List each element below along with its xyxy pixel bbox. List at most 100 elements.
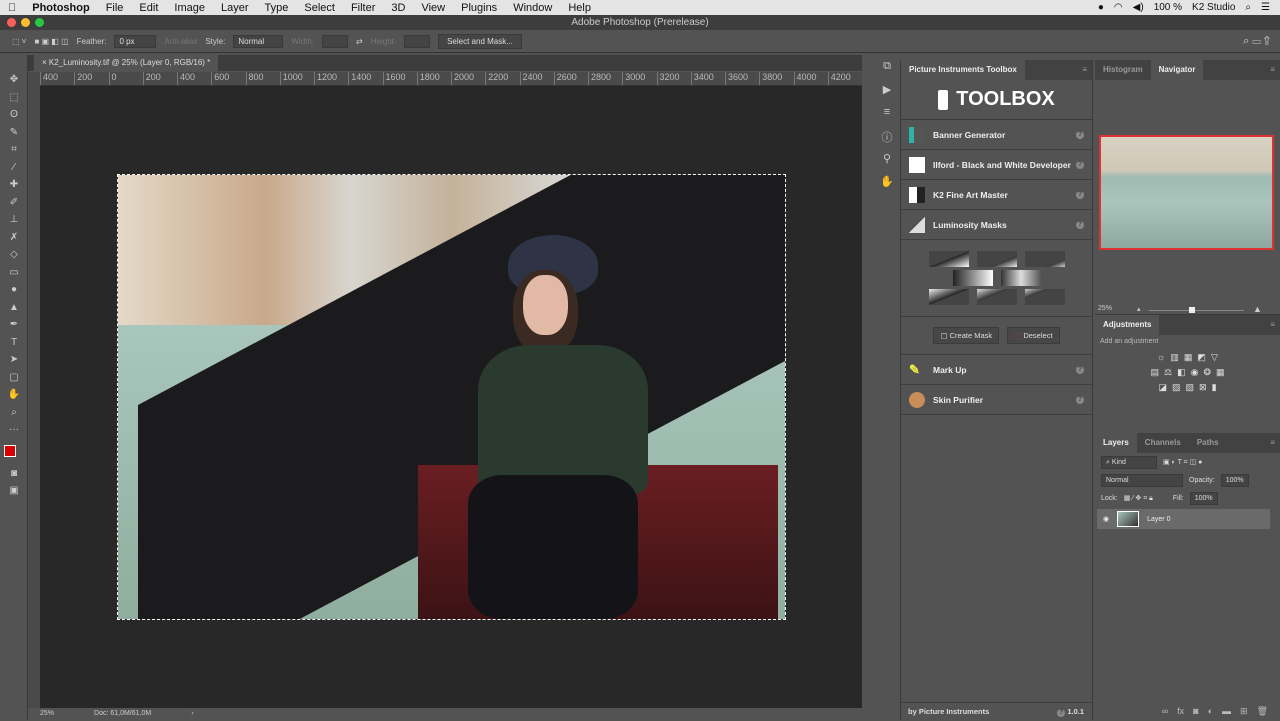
dodge-tool-icon[interactable]: ▲ [0, 299, 28, 317]
new-layer-icon[interactable]: ⊞ [1240, 702, 1248, 720]
user-name[interactable]: K2 Studio [1192, 2, 1235, 13]
blend-mode-select[interactable]: Normal [1101, 473, 1183, 487]
select-and-mask-button[interactable]: Select and Mask... [438, 33, 522, 49]
plugin-mark-up[interactable]: ✎ Mark Up? [901, 355, 1092, 385]
plugin-ilford[interactable]: Ilford - Black and White Developer? [901, 150, 1092, 180]
plugin-luminosity-masks[interactable]: Luminosity Masks? [901, 210, 1092, 240]
menu-filter[interactable]: Filter [343, 2, 383, 14]
history-brush-icon[interactable]: ✗ [0, 229, 28, 247]
fx-icon[interactable]: fx [1177, 702, 1184, 720]
mask-icon[interactable]: ◙ [1193, 702, 1198, 720]
mask-lights-2[interactable] [976, 251, 1017, 267]
close-icon[interactable] [7, 18, 16, 27]
navigator-zoom-value[interactable]: 25% [1098, 305, 1112, 312]
mask-darks-2[interactable] [976, 289, 1017, 305]
mask-darks-1[interactable] [928, 289, 969, 305]
brightness-icon[interactable]: ☼ [1157, 352, 1165, 363]
gradient-map-icon[interactable]: ▮ [1212, 382, 1217, 393]
panel-menu-icon[interactable]: ≡ [1270, 433, 1275, 453]
menu-help[interactable]: Help [560, 2, 599, 14]
tab-channels[interactable]: Channels [1137, 433, 1189, 453]
crop-tool-icon[interactable]: ⌗ [0, 141, 28, 159]
plugin-k2-fine-art-master[interactable]: K2 Fine Art Master? [901, 180, 1092, 210]
toolbox-panel-icon[interactable]: ⧉ [875, 60, 899, 83]
more-tools-icon[interactable]: ··· [0, 421, 28, 439]
apple-menu[interactable]:  [0, 2, 24, 14]
info-icon[interactable]: ⓘ [875, 129, 899, 152]
menu-file[interactable]: File [98, 2, 132, 14]
height-input[interactable] [404, 34, 431, 48]
lock-icons[interactable]: ▦ ⁄ ✥ ⌗ 🔒︎ [1124, 494, 1153, 503]
path-select-tool-icon[interactable]: ➤ [0, 351, 28, 369]
stamp-tool-icon[interactable]: ⊥ [0, 211, 28, 229]
color-lookup-icon[interactable]: ▦ [1216, 367, 1225, 378]
anti-alias-checkbox[interactable]: Anti-alias [164, 37, 197, 46]
channel-mixer-icon[interactable]: ❂ [1203, 367, 1211, 378]
tab-navigator[interactable]: Navigator [1150, 60, 1204, 80]
plugin-banner-generator[interactable]: Banner Generator? [901, 120, 1092, 150]
close-tab-icon[interactable]: × [42, 58, 49, 67]
menu-app[interactable]: Photoshop [24, 2, 97, 14]
menu-edit[interactable]: Edit [131, 2, 166, 14]
help-icon[interactable]: ? [1076, 190, 1084, 199]
lasso-tool-icon[interactable]: ʘ [0, 106, 28, 124]
document-tab[interactable]: × K2_Luminosity.tif @ 25% (Layer 0, RGB/… [34, 55, 219, 71]
record-icon[interactable]: ● [1098, 2, 1104, 13]
panel-menu-icon[interactable]: ≡ [1270, 60, 1275, 80]
volume-icon[interactable]: ◀) [1133, 2, 1144, 13]
menu-image[interactable]: Image [166, 2, 213, 14]
curves-icon[interactable]: ▦ [1184, 352, 1193, 363]
swap-icon[interactable]: ⇄ [356, 37, 363, 46]
brush-tool-icon[interactable]: ✐ [0, 194, 28, 212]
healing-tool-icon[interactable]: ✚ [0, 176, 28, 194]
help-icon[interactable]: ? [1076, 160, 1084, 169]
zoom-slider[interactable] [1149, 310, 1244, 311]
hand-panel-icon[interactable]: ✋ [875, 175, 899, 198]
mask-midtones-1[interactable] [952, 270, 993, 286]
help-icon[interactable]: ? [1076, 365, 1084, 374]
marquee-tool-icon[interactable]: ⬚ [0, 89, 28, 107]
menu-view[interactable]: View [413, 2, 453, 14]
threshold-icon[interactable]: ▧ [1186, 382, 1195, 393]
vibrance-icon[interactable]: ▽ [1211, 352, 1218, 363]
notification-icon[interactable]: ☰ [1261, 2, 1270, 13]
quick-select-tool-icon[interactable]: ✎ [0, 124, 28, 142]
hue-saturation-icon[interactable]: ▤ [1150, 367, 1159, 378]
mask-lights-1[interactable] [928, 251, 969, 267]
plugin-icon[interactable]: ⚲ [875, 152, 899, 175]
tab-toolbox[interactable]: Picture Instruments Toolbox [901, 60, 1025, 80]
color-balance-icon[interactable]: ⚖ [1164, 367, 1172, 378]
minimize-icon[interactable] [21, 18, 30, 27]
menu-window[interactable]: Window [505, 2, 560, 14]
filter-type-icons[interactable]: ▣ ◐ T ⌗ ◫ ● [1163, 458, 1202, 467]
zoom-out-icon[interactable]: ▴ [1137, 305, 1141, 313]
style-select[interactable]: Normal [233, 34, 284, 48]
deselect-button[interactable]: ⬚ Deselect [1007, 327, 1060, 344]
spotlight-icon[interactable]: ⌕ [1245, 2, 1251, 13]
quick-mask-icon[interactable]: ◙ [0, 465, 28, 483]
photo-filter-icon[interactable]: ◉ [1191, 367, 1199, 378]
levels-icon[interactable]: ▥ [1170, 352, 1179, 363]
zoom-level[interactable]: 25% [40, 708, 54, 720]
group-folder-icon[interactable]: ▬ [1222, 702, 1231, 720]
zoom-tool-icon[interactable]: ⌕ [0, 404, 28, 422]
help-icon[interactable]: ? [1076, 130, 1084, 139]
invert-icon[interactable]: ◪ [1158, 382, 1167, 393]
exposure-icon[interactable]: ◩ [1197, 352, 1206, 363]
fill-input[interactable]: 100% [1189, 491, 1218, 505]
width-input[interactable] [322, 34, 349, 48]
help-icon[interactable]: ? [1076, 395, 1084, 404]
menu-3d[interactable]: 3D [383, 2, 413, 14]
trash-icon[interactable]: 🗑︎ [1257, 702, 1268, 720]
tab-histogram[interactable]: Histogram [1095, 60, 1151, 80]
adjustment-layer-icon[interactable]: ◐ [1208, 702, 1213, 720]
pen-tool-icon[interactable]: ✒ [0, 316, 28, 334]
link-icon[interactable]: ∞ [1162, 702, 1168, 720]
actions-icon[interactable]: ▶ [875, 83, 899, 106]
document-image[interactable] [117, 174, 786, 620]
black-white-icon[interactable]: ◧ [1177, 367, 1186, 378]
layer-row[interactable]: ◉ Layer 0 [1097, 509, 1270, 529]
battery-label[interactable]: 100 % [1154, 2, 1182, 13]
posterize-icon[interactable]: ▨ [1172, 382, 1181, 393]
create-mask-button[interactable]: ▢ Create Mask [933, 327, 1000, 344]
